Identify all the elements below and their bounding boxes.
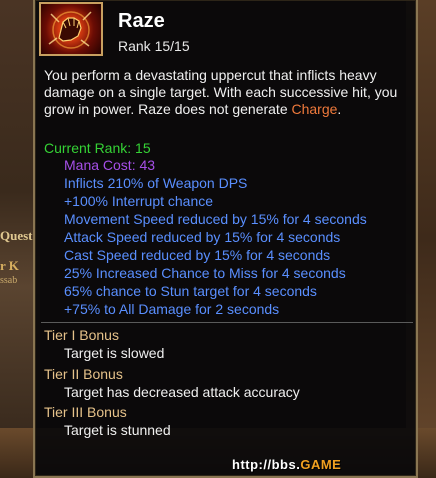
tier-3-heading: Tier III Bonus <box>44 404 127 420</box>
effect-line: Cast Speed reduced by 15% for 4 seconds <box>64 247 331 263</box>
current-rank-label: Current Rank: 15 <box>44 140 151 156</box>
tier-3-detail: Target is stunned <box>64 422 171 438</box>
bg-fragment: ssab <box>0 275 18 286</box>
effect-line: +75% to All Damage for 2 seconds <box>64 301 280 317</box>
tier-1-heading: Tier I Bonus <box>44 327 119 343</box>
skill-name: Raze <box>118 10 165 32</box>
effect-line: Attack Speed reduced by 15% for 4 second… <box>64 229 341 245</box>
effect-line: 25% Increased Chance to Miss for 4 secon… <box>64 265 346 281</box>
effect-line: Inflicts 210% of Weapon DPS <box>64 175 248 191</box>
effect-line: +100% Interrupt chance <box>64 193 214 209</box>
watermark-suffix: GAME <box>300 457 342 472</box>
tier-2-heading: Tier II Bonus <box>44 366 123 382</box>
skill-tooltip: Raze Rank 15/15 You perform a devastatin… <box>33 0 418 478</box>
tier-1-detail: Target is slowed <box>64 345 165 361</box>
skill-description: You perform a devastating uppercut that … <box>44 67 412 118</box>
raze-fist-icon <box>39 2 103 56</box>
description-end: . <box>337 101 342 117</box>
bg-fragment: Quest <box>0 228 33 243</box>
effect-line: Movement Speed reduced by 15% for 4 seco… <box>64 211 367 227</box>
charge-keyword: Charge <box>291 101 338 117</box>
effect-line: 65% chance to Stun target for 4 seconds <box>64 283 317 299</box>
description-text: You perform a devastating uppercut that … <box>44 67 398 117</box>
watermark-text: http://bbs. <box>232 457 301 472</box>
divider <box>41 322 413 323</box>
bg-fragment: r K <box>0 258 19 273</box>
skill-rank: Rank 15/15 <box>118 38 190 54</box>
mana-cost: Mana Cost: 43 <box>64 157 156 173</box>
tier-2-detail: Target has decreased attack accuracy <box>64 384 300 400</box>
watermark: http://bbs.GAME <box>232 457 341 472</box>
